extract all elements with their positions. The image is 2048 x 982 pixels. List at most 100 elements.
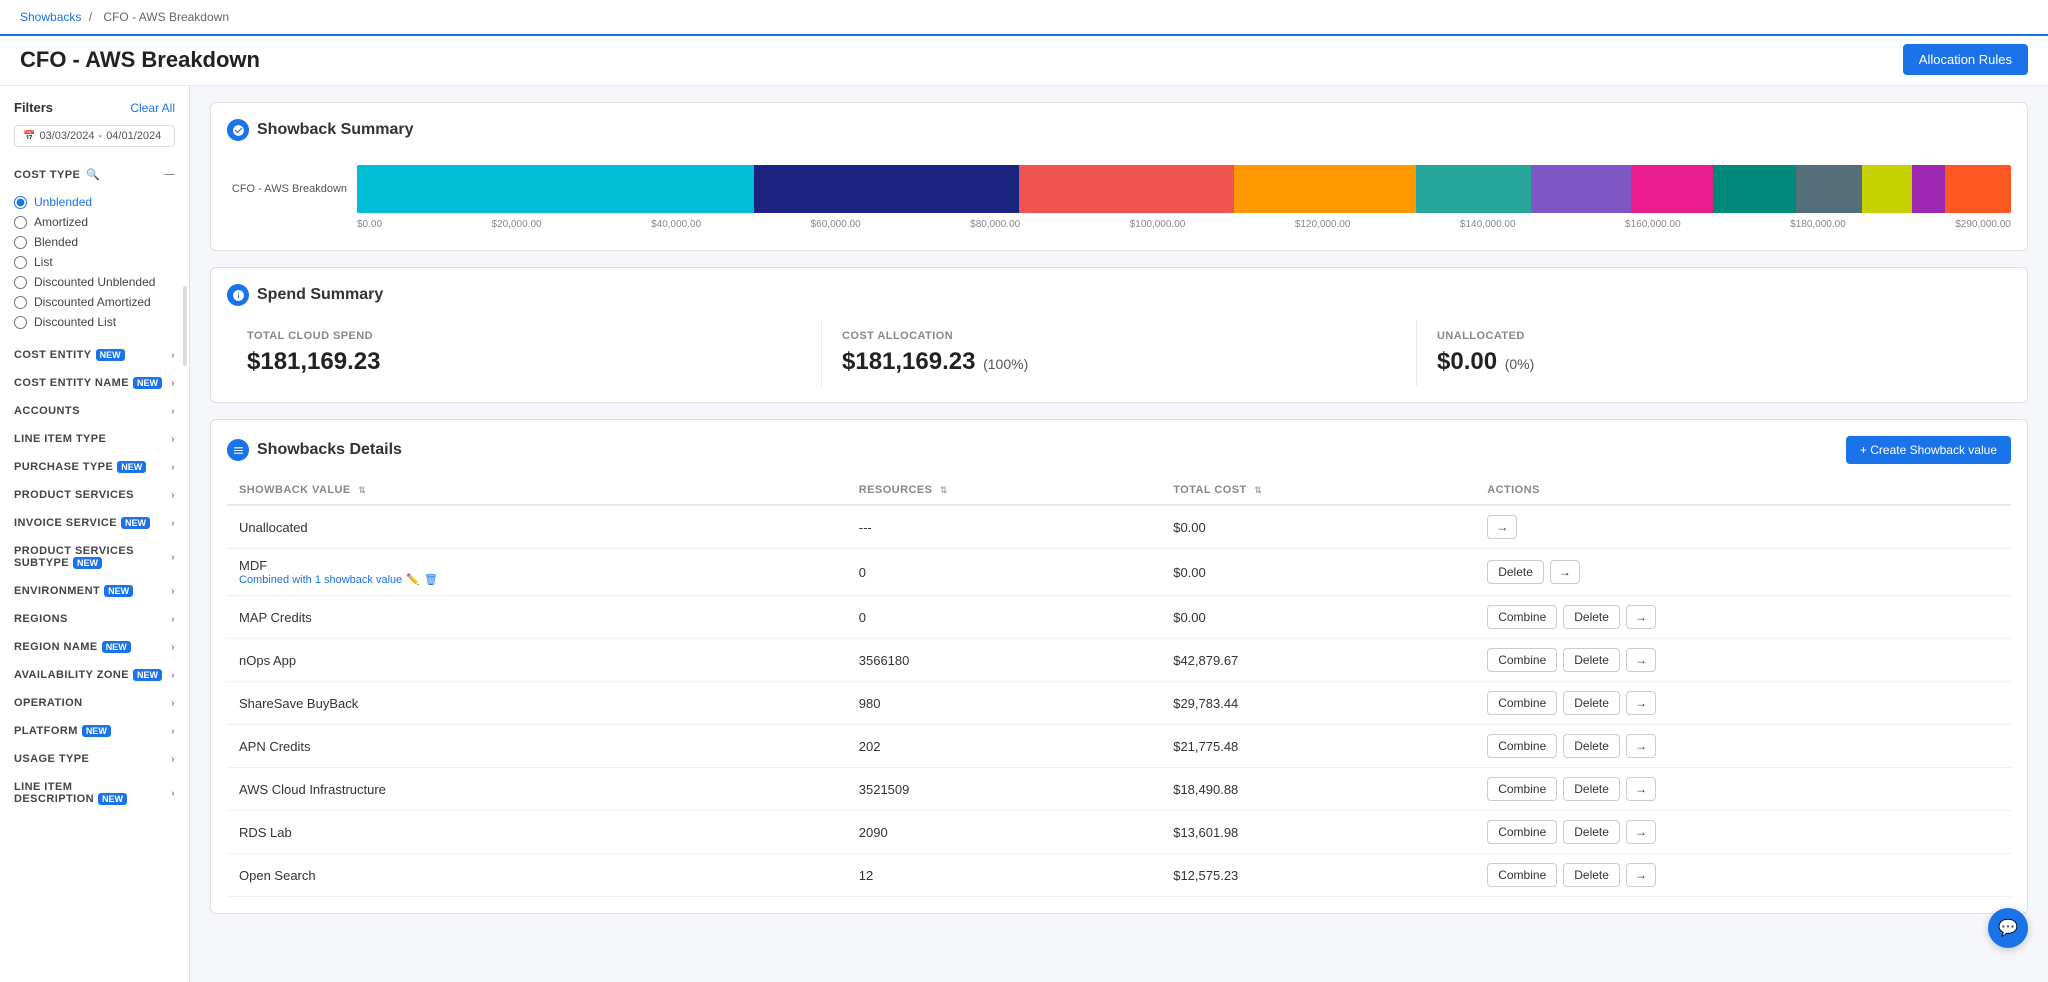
combine-button-open_search[interactable]: Combine [1487, 863, 1557, 887]
cost-type-option-unblended[interactable]: Unblended [14, 192, 175, 212]
cost-type-option-discounted_amortized[interactable]: Discounted Amortized [14, 292, 175, 312]
delete-button-nops_app[interactable]: Delete [1563, 648, 1620, 672]
delete-note-icon[interactable]: 🗑 [424, 573, 438, 586]
filter-section-purchase_type-header[interactable]: PURCHASE TYPENEW › [0, 454, 189, 480]
table-row: APN Credits202$21,775.48CombineDelete→ [227, 725, 2011, 768]
filter-section-cost-type-header[interactable]: COST TYPE 🔍 — [0, 161, 189, 188]
filter-section-environment-header[interactable]: ENVIRONMENTNEW › [0, 578, 189, 604]
cost_entity_name-chevron: › [171, 378, 175, 389]
platform-label: PLATFORMNEW [14, 725, 111, 737]
product_services_subtype-label: PRODUCT SERVICES SUBTYPENEW [14, 545, 171, 569]
cost-type-option-blended[interactable]: Blended [14, 232, 175, 252]
table-row: Open Search12$12,575.23CombineDelete→ [227, 854, 2011, 897]
combine-button-apn_credits[interactable]: Combine [1487, 734, 1557, 758]
filter-section-line_item_description-header[interactable]: LINE ITEM DESCRIPTIONNEW › [0, 774, 189, 812]
axis-label: $290,000.00 [1955, 219, 2011, 230]
filter-section-cost_entity_name-header[interactable]: COST ENTITY NAMENEW › [0, 370, 189, 396]
cost-type-options: Unblended Amortized Blended List Discoun… [0, 188, 189, 340]
cost-type-option-discounted_unblended[interactable]: Discounted Unblended [14, 272, 175, 292]
platform-chevron: › [171, 726, 175, 737]
delete-button-apn_credits[interactable]: Delete [1563, 734, 1620, 758]
date-range-picker[interactable]: 📅 03/03/2024 - 04/01/2024 [14, 125, 175, 147]
cost-type-option-discounted_list[interactable]: Discounted List [14, 312, 175, 332]
chart-container: CFO - AWS Breakdown $0.00$20,000.00$40,0… [227, 155, 2011, 234]
filter-section-operation-header[interactable]: OPERATION › [0, 690, 189, 716]
row-cost-unallocated: $0.00 [1161, 505, 1475, 549]
create-showback-button[interactable]: + Create Showback value [1846, 436, 2011, 464]
cost-type-option-amortized[interactable]: Amortized [14, 212, 175, 232]
sort-arrow-showback[interactable]: ⇅ [358, 485, 366, 495]
filter-section-usage_type: USAGE TYPE › [0, 746, 189, 772]
axis-label: $180,000.00 [1790, 219, 1846, 230]
row-name-aws_cloud_infra: AWS Cloud Infrastructure [227, 768, 847, 811]
showbacks-details-header: Showbacks Details + Create Showback valu… [227, 436, 2011, 464]
row-arrow-button-apn_credits[interactable]: → [1626, 734, 1656, 758]
combine-button-map_credits[interactable]: Combine [1487, 605, 1557, 629]
row-arrow-button-nops_app[interactable]: → [1626, 648, 1656, 672]
filter-section-line_item_type: LINE ITEM TYPE › [0, 426, 189, 452]
filter-section-usage_type-header[interactable]: USAGE TYPE › [0, 746, 189, 772]
row-arrow-button-sharesave_buyback[interactable]: → [1626, 691, 1656, 715]
delete-button-map_credits[interactable]: Delete [1563, 605, 1620, 629]
table-row: MDF Combined with 1 showback value ✏️ 🗑 … [227, 549, 2011, 596]
sidebar-scrollbar[interactable] [183, 286, 187, 366]
combine-button-aws_cloud_infra[interactable]: Combine [1487, 777, 1557, 801]
chart-segment [357, 165, 754, 213]
cost-type-option-list[interactable]: List [14, 252, 175, 272]
table-row: RDS Lab2090$13,601.98CombineDelete→ [227, 811, 2011, 854]
row-arrow-button-open_search[interactable]: → [1626, 863, 1656, 887]
sort-arrow-cost[interactable]: ⇅ [1254, 485, 1262, 495]
filter-section-region_name-header[interactable]: REGION NAMENEW › [0, 634, 189, 660]
table-row: ShareSave BuyBack980$29,783.44CombineDel… [227, 682, 2011, 725]
clear-all-button[interactable]: Clear All [130, 101, 175, 115]
row-arrow-button-unallocated[interactable]: → [1487, 515, 1517, 539]
spend-grid: TOTAL CLOUD SPEND $181,169.23 COST ALLOC… [227, 320, 2011, 386]
filter-section-availability_zone-header[interactable]: AVAILABILITY ZONENEW › [0, 662, 189, 688]
row-arrow-button-rds_lab[interactable]: → [1626, 820, 1656, 844]
combine-button-sharesave_buyback[interactable]: Combine [1487, 691, 1557, 715]
axis-label: $60,000.00 [811, 219, 861, 230]
filter-section-platform-header[interactable]: PLATFORMNEW › [0, 718, 189, 744]
chart-segment [1862, 165, 1912, 213]
filter-section-regions-header[interactable]: REGIONS › [0, 606, 189, 632]
filter-section-line_item_type-header[interactable]: LINE ITEM TYPE › [0, 426, 189, 452]
showback-summary-title: Showback Summary [227, 119, 2011, 141]
delete-button-open_search[interactable]: Delete [1563, 863, 1620, 887]
cost-allocation-value-row: $181,169.23 (100%) [842, 348, 1396, 376]
purchase_type-chevron: › [171, 462, 175, 473]
delete-button-rds_lab[interactable]: Delete [1563, 820, 1620, 844]
filter-section-purchase_type: PURCHASE TYPENEW › [0, 454, 189, 480]
filter-section-invoice_service-header[interactable]: INVOICE SERVICENEW › [0, 510, 189, 536]
chart-bar-row: CFO - AWS Breakdown [227, 165, 2011, 213]
axis-labels: $0.00$20,000.00$40,000.00$60,000.00$80,0… [357, 219, 2011, 230]
unallocated: UNALLOCATED $0.00 (0%) [1417, 320, 2011, 386]
allocation-rules-button[interactable]: Allocation Rules [1903, 44, 2028, 75]
row-actions-nops_app: CombineDelete→ [1475, 639, 2011, 682]
row-cost-apn_credits: $21,775.48 [1161, 725, 1475, 768]
breadcrumb-parent[interactable]: Showbacks [20, 10, 81, 24]
search-icon[interactable]: 🔍 [86, 168, 100, 181]
filter-section-cost_entity-header[interactable]: COST ENTITYNEW › [0, 342, 189, 368]
sort-arrow-resources[interactable]: ⇅ [940, 485, 948, 495]
row-resources-sharesave_buyback: 980 [847, 682, 1161, 725]
delete-button-aws_cloud_infra[interactable]: Delete [1563, 777, 1620, 801]
filter-section-accounts-header[interactable]: ACCOUNTS › [0, 398, 189, 424]
line_item_description-label: LINE ITEM DESCRIPTIONNEW [14, 781, 171, 805]
table-body: Unallocated---$0.00→ MDF Combined with 1… [227, 505, 2011, 897]
delete-button-sharesave_buyback[interactable]: Delete [1563, 691, 1620, 715]
row-arrow-button-map_credits[interactable]: → [1626, 605, 1656, 629]
row-arrow-button-aws_cloud_infra[interactable]: → [1626, 777, 1656, 801]
line_item_description-chevron: › [171, 788, 175, 799]
date-from: 03/03/2024 [39, 130, 94, 142]
row-arrow-button-mdf[interactable]: → [1550, 560, 1580, 584]
combine-button-nops_app[interactable]: Combine [1487, 648, 1557, 672]
combine-button-rds_lab[interactable]: Combine [1487, 820, 1557, 844]
row-cost-open_search: $12,575.23 [1161, 854, 1475, 897]
filter-section-product_services_subtype-header[interactable]: PRODUCT SERVICES SUBTYPENEW › [0, 538, 189, 576]
accounts-chevron: › [171, 406, 175, 417]
chat-bubble[interactable]: 💬 [1988, 908, 2028, 948]
invoice_service-label: INVOICE SERVICENEW [14, 517, 150, 529]
filter-section-product_services-header[interactable]: PRODUCT SERVICES › [0, 482, 189, 508]
edit-icon[interactable]: ✏️ [406, 573, 420, 586]
delete-button-mdf[interactable]: Delete [1487, 560, 1544, 584]
